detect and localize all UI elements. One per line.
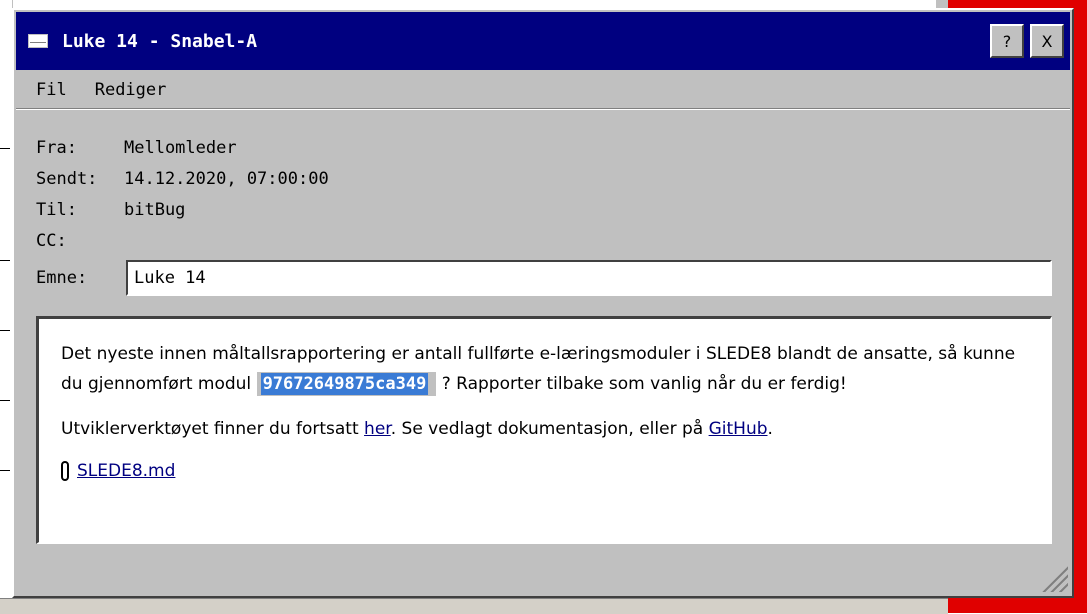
background-line: [0, 260, 10, 261]
background-line: [0, 470, 10, 471]
title-bar[interactable]: Luke 14 - Snabel-A ? X: [16, 12, 1070, 70]
menu-rediger[interactable]: Rediger: [81, 80, 181, 100]
github-link[interactable]: GitHub: [709, 419, 768, 439]
resize-grip-icon[interactable]: [1042, 566, 1068, 592]
window-title: Luke 14 - Snabel-A: [62, 30, 258, 52]
background-taskbar-strip: [0, 598, 948, 614]
dev-tool-link[interactable]: her: [364, 419, 391, 439]
paragraph-2-text-end: .: [767, 419, 773, 439]
subject-field[interactable]: Luke 14: [126, 260, 1052, 296]
email-window: Luke 14 - Snabel-A ? X Fil Rediger Fra: …: [12, 8, 1074, 598]
attachment-link[interactable]: SLEDE8.md: [77, 461, 175, 481]
paragraph-1-text-end: ? Rapporter tilbake som vanlig når du er…: [436, 374, 847, 394]
module-code-box[interactable]: 97672649875ca349: [256, 372, 437, 396]
message-paragraph-2: Utviklerverktøyet finner du fortsatt her…: [61, 417, 1028, 441]
to-row: Til: bitBug: [36, 200, 185, 220]
paperclip-icon: [61, 461, 69, 481]
paragraph-2-text-middle: . Se vedlagt dokumentasjon, eller på: [390, 419, 709, 439]
sent-row: Sendt: 14.12.2020, 07:00:00: [36, 169, 329, 189]
from-value: Mellomleder: [124, 138, 237, 158]
background-line: [0, 400, 10, 401]
menu-fil[interactable]: Fil: [22, 80, 81, 100]
cc-label: CC:: [36, 231, 67, 251]
background-line: [0, 330, 10, 331]
sent-value: 14.12.2020, 07:00:00: [124, 169, 329, 189]
from-row: Fra: Mellomleder: [36, 138, 237, 158]
subject-label: Emne:: [36, 268, 88, 288]
paragraph-2-text-start: Utviklerverktøyet finner du fortsatt: [61, 419, 365, 439]
help-button[interactable]: ?: [990, 24, 1024, 58]
subject-row: Emne:: [36, 268, 124, 288]
message-body: Det nyeste innen måltallsrapportering er…: [36, 316, 1052, 544]
envelope-icon: [28, 34, 48, 48]
attachment[interactable]: SLEDE8.md: [61, 461, 1028, 481]
cc-row: CC:: [36, 231, 124, 251]
to-label: Til:: [36, 200, 77, 220]
from-label: Fra:: [36, 138, 77, 158]
close-button[interactable]: X: [1030, 24, 1064, 58]
background-line: [0, 148, 10, 149]
menu-bar: Fil Rediger: [16, 72, 1070, 110]
message-paragraph-1: Det nyeste innen måltallsrapportering er…: [61, 339, 1028, 399]
sent-label: Sendt:: [36, 169, 98, 189]
module-code[interactable]: 97672649875ca349: [260, 373, 429, 395]
to-value: bitBug: [124, 200, 186, 220]
